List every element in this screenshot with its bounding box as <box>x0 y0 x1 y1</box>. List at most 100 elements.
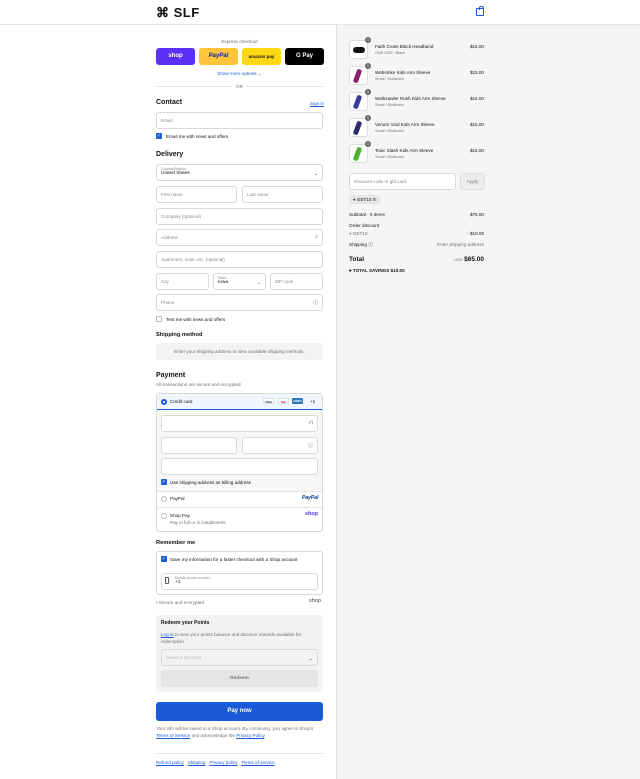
lock-icon: ⊓ <box>309 420 313 426</box>
email-field[interactable]: Email <box>156 112 323 129</box>
remove-tag-icon[interactable]: ✕ <box>371 197 377 202</box>
shipping-link[interactable]: Shipping <box>188 760 206 765</box>
privacy-policy-footer-link[interactable]: Privacy policy <box>209 760 237 765</box>
address-field[interactable]: Address ⌕ <box>156 229 323 246</box>
card-number-field[interactable]: ⊓ <box>161 415 318 432</box>
product-price: $15.00 <box>469 44 484 49</box>
shipping-method-note: Enter your shipping address to view avai… <box>156 343 323 360</box>
product-image <box>353 47 365 53</box>
product-price: $15.00 <box>469 122 484 127</box>
express-button-3[interactable]: G Pay <box>285 48 324 65</box>
chevron-down-icon: ⌄ <box>308 656 313 662</box>
shop-pay-radio[interactable] <box>161 513 167 519</box>
subtotal-value: $75.00 <box>469 212 484 217</box>
total-amount: USD $65.00 <box>454 256 484 263</box>
redeem-points-text: Log in to view your points balance and d… <box>161 632 302 644</box>
first-name-field[interactable]: First name <box>156 186 237 203</box>
pay-now-button[interactable]: Pay now <box>156 702 323 721</box>
quantity-badge: 1 <box>365 37 371 43</box>
product-variant: ONE SIZE / Black <box>375 51 406 55</box>
help-icon[interactable]: ⓘ <box>308 442 313 449</box>
product-name: Faith Cross Black Headband <box>375 44 434 49</box>
product-name: Venom Void Kids Arm Sleeve <box>375 122 435 127</box>
mobile-phone-field[interactable]: Mobile phone number +1 <box>161 573 318 590</box>
total-label: Total <box>349 256 365 263</box>
divider <box>157 491 322 492</box>
order-discount-label: Order discount <box>349 223 380 228</box>
paypal-radio[interactable] <box>161 496 167 502</box>
name-on-card-field[interactable] <box>161 458 318 475</box>
email-news-checkbox[interactable] <box>156 133 162 139</box>
discount-code-field[interactable]: Discount code or gift card <box>349 173 456 190</box>
country-value: United States <box>161 171 190 176</box>
text-news-label: Text me with news and offers <box>166 317 226 322</box>
product-name: Webstrike Kids Arm Sleeve <box>375 70 431 75</box>
country-select[interactable]: Country/Region United States ⌄ <box>156 164 323 181</box>
company-field[interactable]: Company (optional) <box>156 208 323 225</box>
header: ⌘ SLF <box>0 0 640 25</box>
billing-same-checkbox[interactable] <box>161 479 167 485</box>
product-image <box>352 146 363 162</box>
credit-card-label: Credit card <box>170 399 193 404</box>
product-name: Wallcrawler Rush Kids Arm Sleeve <box>375 96 446 101</box>
legal-text: Your info will be saved to a Shop accoun… <box>156 726 314 738</box>
remember-me-title: Remember me <box>156 540 196 546</box>
footer-links: Refund policy Shipping Privacy policy Te… <box>156 760 275 765</box>
text-news-checkbox[interactable] <box>156 316 162 322</box>
discount-select[interactable]: Select a discount ⌄ <box>161 649 318 666</box>
privacy-policy-link[interactable]: Privacy Policy <box>236 733 264 738</box>
cart-bag-icon[interactable] <box>476 6 484 16</box>
divider <box>247 86 323 87</box>
product-variant: Small / Multicolor <box>375 129 404 133</box>
mobile-phone-icon <box>165 577 169 584</box>
quantity-badge: 1 <box>365 115 371 121</box>
product-price: $15.00 <box>469 96 484 101</box>
discount-select-placeholder: Select a discount <box>166 655 201 660</box>
quantity-badge: 1 <box>365 89 371 95</box>
apply-button[interactable]: Apply <box>460 173 485 190</box>
shipping-method-title: Shipping method <box>156 332 203 338</box>
express-button-1[interactable]: PayPal <box>199 48 238 65</box>
shop-pay-sublabel: Pay in full or in installments <box>170 520 226 525</box>
state-value: Iowa <box>218 280 229 285</box>
state-select[interactable]: State Iowa ⌄ <box>213 273 266 290</box>
discount-tag: ⌖ GET10 ✕ <box>349 195 381 204</box>
sign-in-link[interactable]: Sign in <box>310 101 324 106</box>
divider <box>156 753 323 754</box>
secure-encrypted-label: ▪ Secure and encrypted <box>156 600 204 605</box>
last-name-field[interactable]: Last name <box>242 186 323 203</box>
product-name: Toxic Slash Kids Arm Sleeve <box>375 148 434 153</box>
city-field[interactable]: City <box>156 273 209 290</box>
product-image <box>352 94 363 110</box>
save-info-checkbox[interactable] <box>161 556 167 562</box>
product-variant: Small / Multicolor <box>375 155 404 159</box>
product-thumbnail <box>349 40 368 59</box>
help-icon[interactable]: ⓘ <box>368 242 373 247</box>
product-image <box>352 68 363 84</box>
points-login-link[interactable]: Log in <box>161 632 174 637</box>
terms-of-service-footer-link[interactable]: Terms of service <box>241 760 274 765</box>
apartment-field[interactable]: Apartment, suite, etc. (optional) <box>156 251 323 268</box>
refund-policy-link[interactable]: Refund policy <box>156 760 184 765</box>
chevron-down-icon: ⌄ <box>256 280 261 286</box>
email-news-label: Email me with news and offers <box>166 134 229 139</box>
product-variant: Small / Multicolor <box>375 103 404 107</box>
zip-field[interactable]: ZIP code <box>270 273 323 290</box>
redeem-button[interactable]: Redeem <box>161 670 318 687</box>
product-thumbnail <box>349 118 368 137</box>
express-checkout-label: Express checkout <box>221 39 258 44</box>
help-icon[interactable]: ⓘ <box>313 299 318 306</box>
more-cards-label: +1 <box>310 399 316 404</box>
express-button-0[interactable]: shop <box>156 48 195 65</box>
shop-pay-logo: shop <box>305 511 319 517</box>
subtotal-label: Subtotal · 5 items <box>349 212 385 217</box>
show-more-options-link[interactable]: Show more options ⌄ <box>156 71 323 77</box>
phone-field[interactable]: Phone ⓘ <box>156 294 323 311</box>
expiry-field[interactable] <box>161 437 237 454</box>
store-logo[interactable]: ⌘ SLF <box>156 5 200 21</box>
terms-of-service-link[interactable]: Terms of Service <box>156 733 190 738</box>
security-code-field[interactable]: ⓘ <box>242 437 318 454</box>
credit-card-radio[interactable] <box>161 399 167 405</box>
express-button-2[interactable]: amazon pay <box>242 48 281 65</box>
product-variant: Small / Multicolor <box>375 77 404 81</box>
